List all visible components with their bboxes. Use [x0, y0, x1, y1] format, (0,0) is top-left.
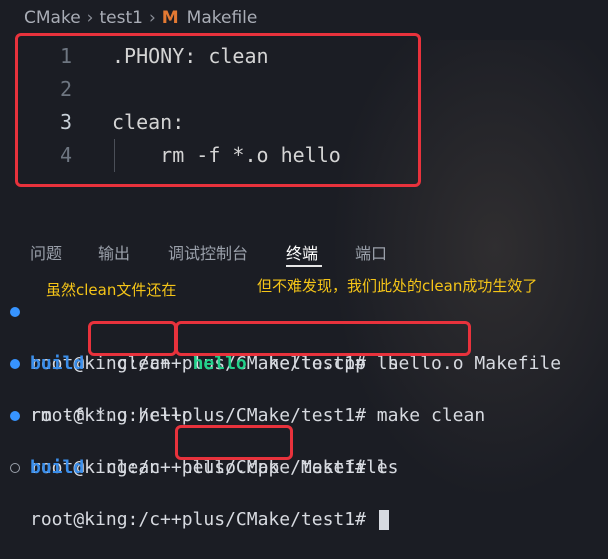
highlight-box-clean — [88, 321, 177, 356]
tab-debug-console[interactable]: 调试控制台 — [168, 240, 248, 264]
highlight-box-removed-files — [175, 321, 471, 356]
terminal-line: root@king:/c++plus/CMake/test1# — [0, 455, 608, 530]
highlight-box-remaining — [175, 425, 293, 460]
editor-highlight-box — [15, 33, 421, 187]
breadcrumb-root[interactable]: CMake — [24, 8, 81, 28]
terminal-line: root@king:/c++plus/CMake/test1# ls — [0, 403, 608, 478]
breadcrumb: CMake › test1 › M Makefile — [0, 0, 608, 36]
makefile-icon: M — [161, 8, 179, 28]
terminal-cursor — [378, 510, 389, 530]
command-success-icon — [10, 359, 20, 369]
breadcrumb-folder[interactable]: test1 — [99, 8, 142, 28]
tab-terminal[interactable]: 终端 — [286, 240, 318, 264]
command-pending-icon — [10, 463, 20, 473]
tab-ports[interactable]: 端口 — [355, 240, 387, 264]
terminal-line: rm -f *.o hello — [0, 377, 608, 426]
panel-tabs: 问题 输出 调试控制台 终端 端口 — [0, 232, 608, 270]
terminal-line: build clean hello.cpp Makefile — [0, 429, 608, 478]
annotation-right: 但不难发现，我们此处的clean成功生效了 — [257, 277, 538, 295]
tab-problems[interactable]: 问题 — [30, 240, 62, 264]
chevron-right-icon: › — [148, 8, 156, 28]
command-success-icon — [10, 411, 20, 421]
command-success-icon — [10, 307, 20, 317]
prompt: root@king:/c++plus/CMake/test1# — [30, 509, 366, 530]
breadcrumb-file[interactable]: Makefile — [187, 8, 258, 28]
chevron-right-icon: › — [86, 8, 94, 28]
annotation-left: 虽然clean文件还在 — [46, 281, 177, 299]
tab-output[interactable]: 输出 — [98, 240, 130, 264]
active-tab-indicator — [286, 265, 322, 267]
